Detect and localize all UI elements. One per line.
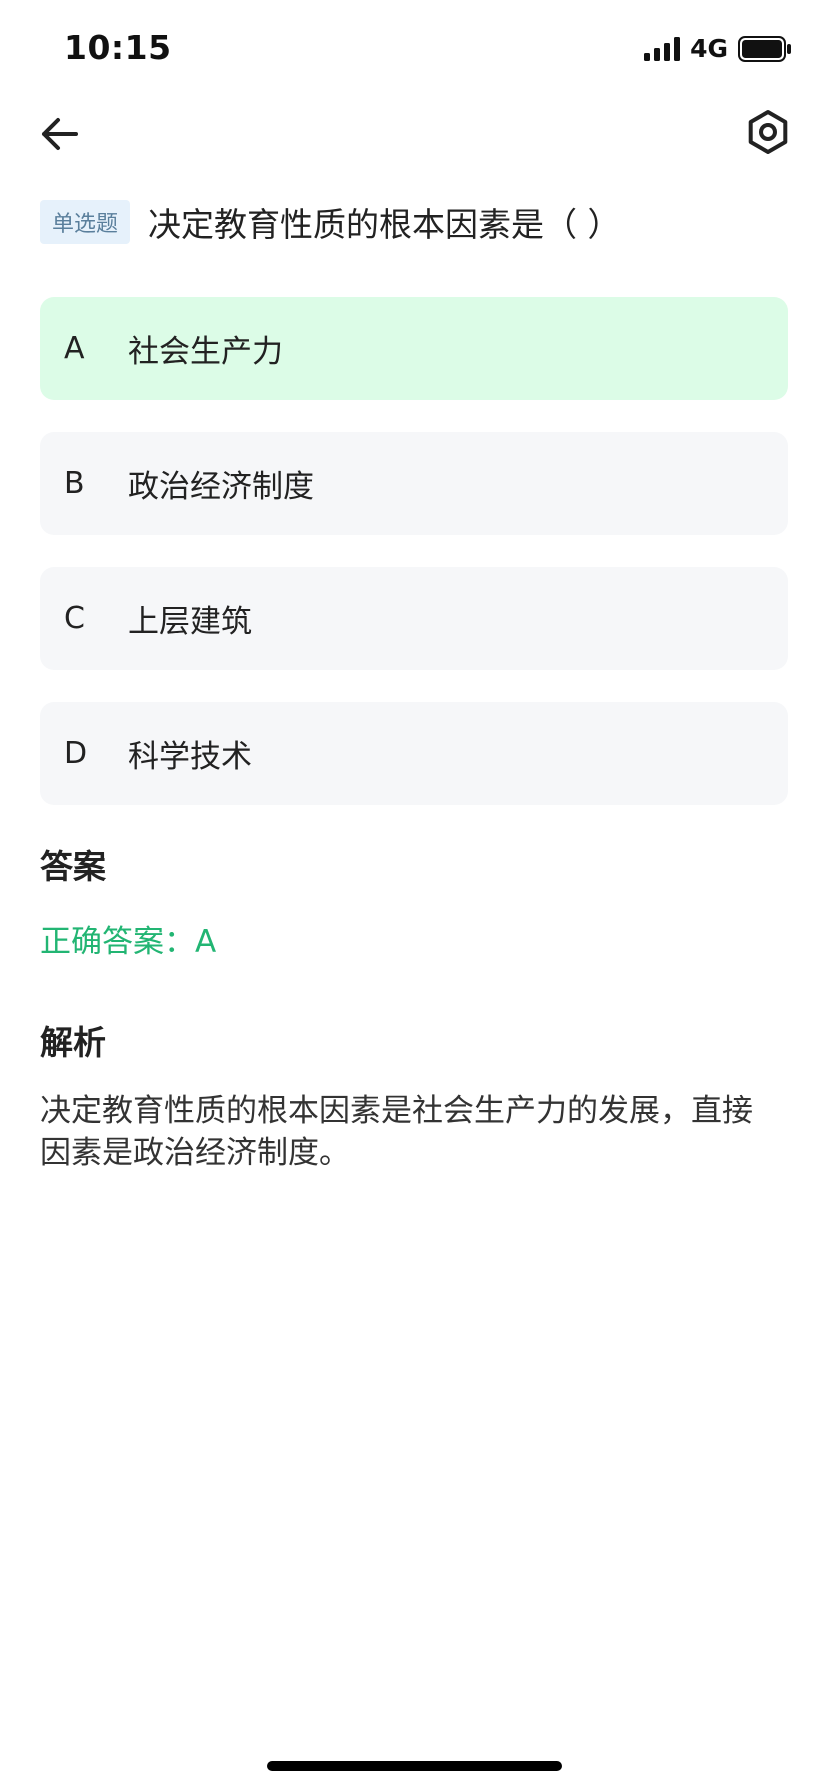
settings-button[interactable] (744, 108, 792, 156)
option-d[interactable]: D 科学技术 (40, 702, 788, 805)
option-text: 科学技术 (128, 739, 252, 775)
home-indicator[interactable] (267, 1761, 562, 1771)
option-key: A (64, 331, 85, 366)
battery-icon (738, 35, 792, 62)
question-type-badge: 单选题 (40, 200, 131, 244)
back-button[interactable] (36, 110, 84, 158)
signal-icon (644, 36, 681, 61)
option-text: 政治经济制度 (128, 469, 314, 505)
settings-hexagon-icon (744, 110, 792, 160)
back-arrow-icon (36, 118, 84, 162)
options-list: A 社会生产力 B 政治经济制度 C 上层建筑 D 科学技术 (40, 297, 788, 837)
correct-answer-label: 正确答案：A (40, 924, 217, 960)
option-text: 上层建筑 (128, 604, 252, 640)
network-label: 4G (690, 34, 728, 63)
answer-section-title: 答案 (40, 847, 106, 886)
status-indicators: 4G (644, 34, 792, 63)
status-time: 10:15 (64, 28, 172, 67)
question-text: 决定教育性质的根本因素是（ ） (148, 205, 621, 244)
analysis-text: 决定教育性质的根本因素是社会生产力的发展，直接因素是政治经济制度。 (40, 1093, 753, 1171)
status-bar: 10:15 4G (0, 0, 828, 100)
analysis-section-title: 解析 (40, 1023, 106, 1062)
question: 单选题 决定教育性质的根本因素是（ ） (40, 198, 788, 246)
option-c[interactable]: C 上层建筑 (40, 567, 788, 670)
option-b[interactable]: B 政治经济制度 (40, 432, 788, 535)
option-key: C (64, 601, 85, 636)
option-a[interactable]: A 社会生产力 (40, 297, 788, 400)
option-key: B (64, 466, 85, 501)
option-key: D (64, 736, 88, 771)
option-text: 社会生产力 (128, 334, 283, 370)
